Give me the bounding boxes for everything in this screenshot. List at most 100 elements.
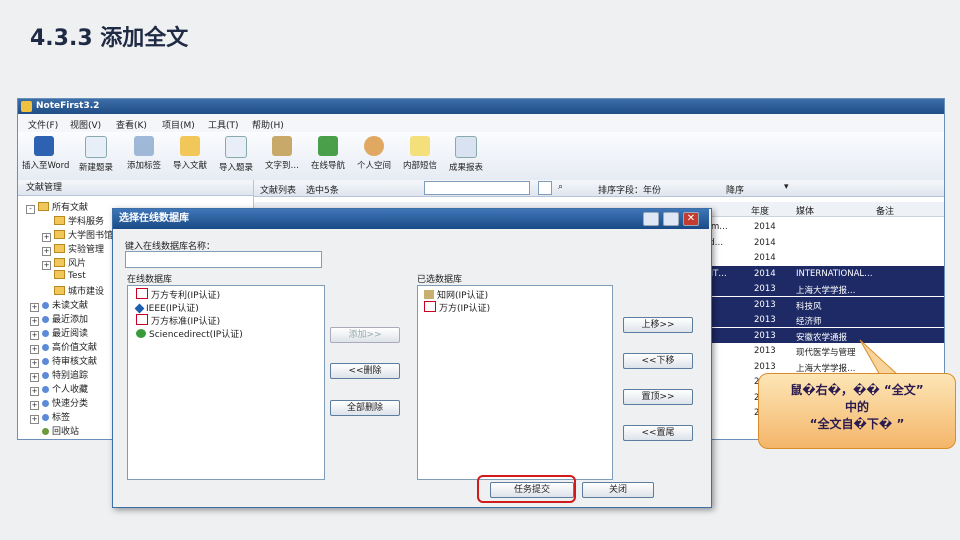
row-media: 上海大学学报… bbox=[796, 363, 856, 374]
row-media: 上海大学学报… bbox=[796, 286, 856, 296]
close-button[interactable]: 关闭 bbox=[582, 482, 654, 498]
tree-item[interactable]: + 标签 bbox=[30, 410, 70, 424]
selected-db-list[interactable]: 知网(IP认证) 万方(IP认证) bbox=[417, 285, 613, 480]
tree-all-docs[interactable]: - 所有文献 bbox=[26, 200, 88, 214]
tree-item[interactable]: + 大学图书馆 bbox=[42, 228, 113, 242]
list-item[interactable]: 万方专利(IP认证) bbox=[136, 288, 220, 301]
person-icon bbox=[364, 136, 384, 156]
list-label: 文献列表 bbox=[260, 186, 297, 196]
text-to-button[interactable]: 文字到… bbox=[260, 136, 304, 178]
to-top-button[interactable]: 置顶>> bbox=[623, 389, 693, 405]
slide-title: 4.3.3 添加全文 bbox=[30, 26, 189, 51]
remove-button[interactable]: <<删除 bbox=[330, 363, 400, 379]
row-media: INTERNATIONAL… bbox=[796, 268, 873, 279]
category-icon bbox=[42, 302, 49, 309]
new-record-button[interactable]: 新建题录 bbox=[74, 136, 118, 178]
internal-message-button[interactable]: 内部短信 bbox=[398, 136, 442, 178]
online-nav-icon bbox=[318, 136, 338, 156]
menu-help[interactable]: 帮助(H) bbox=[252, 118, 284, 131]
row-year: 2013 bbox=[754, 299, 776, 310]
expand-icon[interactable]: + bbox=[30, 303, 39, 312]
expand-icon[interactable]: + bbox=[42, 247, 51, 256]
category-icon bbox=[42, 358, 49, 365]
tree-item[interactable]: Test bbox=[54, 270, 86, 281]
list-item[interactable]: Sciencedirect(IP认证) bbox=[136, 327, 243, 340]
chevron-down-icon[interactable]: ▾ bbox=[784, 182, 789, 192]
move-down-button[interactable]: <<下移 bbox=[623, 353, 693, 369]
left-panel-title: 文献管理 bbox=[18, 180, 253, 196]
insert-word-button[interactable]: 插入至Word bbox=[22, 136, 69, 178]
list-item[interactable]: IEEE(IP认证) bbox=[134, 301, 199, 314]
tree-item[interactable]: + 快速分类 bbox=[30, 396, 88, 410]
expand-icon[interactable]: + bbox=[42, 261, 51, 270]
row-year: 2013 bbox=[754, 284, 776, 294]
tree-item[interactable]: + 未读文献 bbox=[30, 298, 88, 312]
minimize-icon[interactable] bbox=[643, 212, 659, 226]
row-year: 2013 bbox=[754, 346, 776, 356]
app-logo-icon bbox=[21, 101, 32, 112]
move-up-button[interactable]: 上移>> bbox=[623, 317, 693, 333]
tree-item[interactable]: + 最近添加 bbox=[30, 312, 88, 326]
expand-icon[interactable]: + bbox=[30, 359, 39, 368]
filter-dropdown-button[interactable] bbox=[538, 181, 552, 195]
collapse-icon[interactable]: - bbox=[26, 205, 35, 214]
expand-icon[interactable]: + bbox=[42, 233, 51, 242]
sort-field[interactable]: 排序字段：年份 bbox=[598, 183, 661, 196]
import-record-icon bbox=[225, 136, 247, 158]
callout-line-3: “全文自�下� ” bbox=[809, 417, 905, 431]
tree-item[interactable]: 回收站 bbox=[42, 424, 79, 437]
tree-item[interactable]: 城市建设 bbox=[54, 284, 104, 297]
online-db-label: 在线数据库 bbox=[127, 275, 173, 285]
close-icon[interactable]: ✕ bbox=[683, 212, 699, 226]
menu-tools[interactable]: 工具(T) bbox=[208, 118, 239, 131]
remove-all-button[interactable]: 全部删除 bbox=[330, 400, 400, 416]
online-nav-button[interactable]: 在线导航 bbox=[306, 136, 350, 178]
expand-icon[interactable]: + bbox=[30, 401, 39, 410]
import-doc-button[interactable]: 导入文献 bbox=[168, 136, 212, 178]
row-year: 2014 bbox=[754, 253, 776, 263]
expand-icon[interactable]: + bbox=[30, 387, 39, 396]
maximize-icon[interactable] bbox=[663, 212, 679, 226]
highlight-box bbox=[477, 475, 576, 503]
menu-project[interactable]: 项目(M) bbox=[162, 118, 195, 131]
tree-item[interactable]: + 高价值文献 bbox=[30, 340, 97, 354]
import-record-button[interactable]: 导入题录 bbox=[214, 136, 258, 178]
search-icon[interactable]: ⌕ bbox=[558, 182, 563, 192]
online-db-list[interactable]: 万方专利(IP认证) IEEE(IP认证) 万方标准(IP认证) Science… bbox=[127, 285, 325, 480]
report-button[interactable]: 成果报表 bbox=[444, 136, 488, 178]
tree-item[interactable]: 学科服务 bbox=[54, 214, 104, 227]
list-item[interactable]: 知网(IP认证) bbox=[424, 288, 488, 301]
column-year[interactable]: 年度 bbox=[751, 204, 769, 217]
sort-order[interactable]: 降序 bbox=[726, 183, 744, 196]
expand-icon[interactable]: + bbox=[30, 373, 39, 382]
tree-item[interactable]: + 最近阅读 bbox=[30, 326, 88, 340]
row-year: 2014 bbox=[754, 222, 776, 232]
category-icon bbox=[42, 330, 49, 337]
tree-item[interactable]: + 实验管理 bbox=[42, 242, 104, 256]
column-note[interactable]: 备注 bbox=[876, 204, 894, 217]
expand-icon[interactable]: + bbox=[30, 331, 39, 340]
menu-file[interactable]: 文件(F) bbox=[28, 118, 58, 131]
tag-icon bbox=[134, 136, 154, 156]
tree-item[interactable]: + 个人收藏 bbox=[30, 382, 88, 396]
tree-item[interactable]: + 风片 bbox=[42, 256, 86, 270]
to-bottom-button[interactable]: <<置尾 bbox=[623, 425, 693, 441]
toolbar: 插入至Word 新建题录 添加标签 导入文献 导入题录 文字到… 在线导航 个人… bbox=[18, 132, 944, 181]
menu-view[interactable]: 视图(V) bbox=[70, 118, 101, 131]
expand-icon[interactable]: + bbox=[30, 415, 39, 424]
column-media[interactable]: 媒体 bbox=[796, 204, 814, 217]
list-item[interactable]: 万方标准(IP认证) bbox=[136, 314, 220, 327]
personal-space-button[interactable]: 个人空间 bbox=[352, 136, 396, 178]
database-name-input[interactable] bbox=[125, 251, 322, 268]
tree-item[interactable]: + 特别追踪 bbox=[30, 368, 88, 382]
menu-check[interactable]: 查看(K) bbox=[116, 118, 147, 131]
tree-item[interactable]: + 待审核文献 bbox=[30, 354, 97, 368]
expand-icon[interactable]: + bbox=[30, 317, 39, 326]
wanfang-icon bbox=[136, 314, 148, 325]
add-button[interactable]: 添加>> bbox=[330, 327, 400, 343]
expand-icon[interactable]: + bbox=[30, 345, 39, 354]
list-item[interactable]: 万方(IP认证) bbox=[424, 301, 490, 314]
add-tag-button[interactable]: 添加标签 bbox=[122, 136, 166, 178]
list-filter-select[interactable] bbox=[424, 181, 530, 195]
row-media: 安徽农学通报 bbox=[796, 332, 848, 343]
